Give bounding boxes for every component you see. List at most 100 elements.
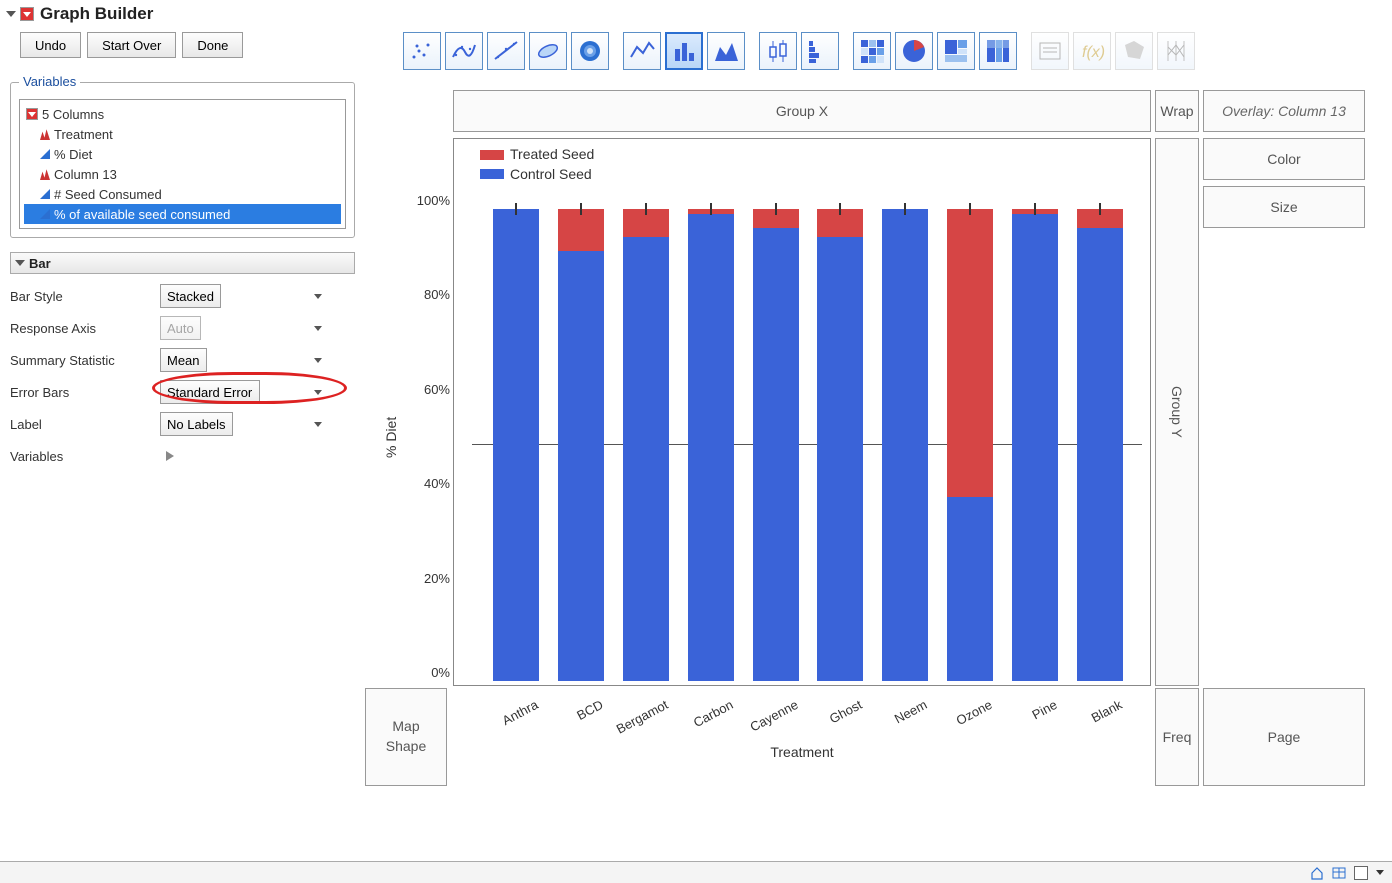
table-icon[interactable]	[1332, 866, 1346, 880]
home-icon[interactable]	[1310, 866, 1324, 880]
nominal-icon	[40, 128, 50, 140]
bar-section-header[interactable]: Bar	[10, 252, 355, 274]
histogram-chart-icon[interactable]	[801, 32, 839, 70]
treated-segment	[947, 209, 993, 497]
y-tick-label: 20%	[394, 571, 450, 586]
treated-legend-swatch	[480, 150, 504, 160]
control-segment	[493, 209, 539, 681]
undo-button[interactable]: Undo	[20, 32, 81, 58]
wrap-drop[interactable]: Wrap	[1155, 90, 1199, 132]
group-x-drop[interactable]: Group X	[453, 90, 1151, 132]
bar-variables-label: Variables	[10, 449, 150, 464]
plot-area[interactable]: Treated Seed Control Seed 0%20%40%60%80%…	[453, 138, 1151, 686]
x-tick-label: Anthra	[481, 697, 541, 738]
variables-tree[interactable]: 5 Columns Treatment% DietColumn 13 # Seed…	[19, 99, 346, 229]
response-axis-select[interactable]: Auto	[160, 316, 201, 340]
treated-segment	[558, 209, 604, 251]
mosaic-chart-icon[interactable]	[979, 32, 1017, 70]
start-over-button[interactable]: Start Over	[87, 32, 176, 58]
variable-item[interactable]: Treatment	[24, 124, 341, 144]
error-bar	[775, 203, 777, 215]
x-tick-label: Blank	[1064, 697, 1124, 738]
points-chart-icon[interactable]	[403, 32, 441, 70]
svg-text:f(x): f(x)	[1082, 44, 1105, 61]
bar-chart-icon[interactable]	[665, 32, 703, 70]
heatmap-chart-icon[interactable]	[853, 32, 891, 70]
x-tick-label: BCD	[546, 697, 606, 738]
y-tick-label: 60%	[394, 382, 450, 397]
variable-item[interactable]: Column 13	[24, 164, 341, 184]
formula-icon[interactable]: f(x)	[1073, 32, 1111, 70]
freq-drop[interactable]: Freq	[1155, 688, 1199, 786]
treated-legend-label: Treated Seed	[510, 145, 594, 165]
red-triangle-menu[interactable]	[20, 7, 34, 21]
size-drop[interactable]: Size	[1203, 186, 1365, 228]
disclosure-toggle[interactable]	[6, 11, 16, 17]
map-shape-icon[interactable]	[1115, 32, 1153, 70]
bar-style-label: Bar Style	[10, 289, 150, 304]
error-bar	[645, 203, 647, 215]
color-drop[interactable]: Color	[1203, 138, 1365, 180]
group-y-drop[interactable]: Group Y	[1155, 138, 1199, 686]
error-bars-select[interactable]: Standard Error	[160, 380, 260, 404]
variables-expand-icon[interactable]	[166, 451, 174, 461]
variable-label: % of available seed consumed	[54, 207, 230, 222]
chart-legend: Treated Seed Control Seed	[480, 145, 594, 184]
variable-label: # Seed Consumed	[54, 187, 162, 202]
y-tick-label: 40%	[394, 476, 450, 491]
status-bar	[0, 861, 1392, 883]
treemap-chart-icon[interactable]	[937, 32, 975, 70]
response-axis-label: Response Axis	[10, 321, 150, 336]
x-tick-label: Carbon	[675, 697, 735, 738]
map-shape-drop[interactable]: Map Shape	[365, 688, 447, 786]
error-bar	[515, 203, 517, 215]
error-bar	[580, 203, 582, 215]
error-bar	[1034, 203, 1036, 215]
control-segment	[623, 237, 669, 681]
y-tick-label: 80%	[394, 287, 450, 302]
overlay-drop[interactable]: Overlay: Column 13	[1203, 90, 1365, 132]
color-swatch[interactable]	[1354, 866, 1368, 880]
control-segment	[817, 237, 863, 681]
parallel-icon[interactable]	[1157, 32, 1195, 70]
x-axis-label: Treatment	[453, 744, 1151, 760]
variables-panel: Variables 5 Columns Treatment% DietColum…	[10, 82, 355, 238]
variable-item[interactable]: # Seed Consumed	[24, 184, 341, 204]
smoother-chart-icon[interactable]	[445, 32, 483, 70]
variable-item[interactable]: % of available seed consumed	[24, 204, 341, 224]
columns-count-label: 5 Columns	[42, 107, 104, 122]
tree-red-menu[interactable]	[26, 108, 38, 120]
error-bars-label: Error Bars	[10, 385, 150, 400]
control-segment	[558, 251, 604, 681]
dropdown-icon[interactable]	[1376, 870, 1384, 875]
line-chart-icon[interactable]	[623, 32, 661, 70]
continuous-icon	[40, 149, 50, 159]
ellipse-chart-icon[interactable]	[529, 32, 567, 70]
caption-icon[interactable]	[1031, 32, 1069, 70]
label-select[interactable]: No Labels	[160, 412, 233, 436]
error-bar	[904, 203, 906, 215]
variable-item[interactable]: % Diet	[24, 144, 341, 164]
pie-chart-icon[interactable]	[895, 32, 933, 70]
error-bar	[969, 203, 971, 215]
control-segment	[688, 214, 734, 681]
x-tick-label: Ghost	[805, 697, 865, 738]
boxplot-chart-icon[interactable]	[759, 32, 797, 70]
summary-stat-select[interactable]: Mean	[160, 348, 207, 372]
done-button[interactable]: Done	[182, 32, 243, 58]
contour-chart-icon[interactable]	[571, 32, 609, 70]
columns-count-row[interactable]: 5 Columns	[24, 104, 341, 124]
x-tick-label: Neem	[870, 697, 930, 738]
bar-style-select[interactable]: Stacked	[160, 284, 221, 308]
error-bar	[839, 203, 841, 215]
y-axis-ticks: 0%20%40%60%80%100%	[402, 131, 450, 677]
line-fit-chart-icon[interactable]	[487, 32, 525, 70]
continuous-icon	[40, 189, 50, 199]
bar-disclosure-icon[interactable]	[15, 260, 25, 266]
y-tick-label: 0%	[394, 665, 450, 680]
bar-section-title: Bar	[29, 256, 51, 271]
error-bar	[710, 203, 712, 215]
page-drop[interactable]: Page	[1203, 688, 1365, 786]
area-chart-icon[interactable]	[707, 32, 745, 70]
x-tick-label: Cayenne	[740, 697, 800, 738]
